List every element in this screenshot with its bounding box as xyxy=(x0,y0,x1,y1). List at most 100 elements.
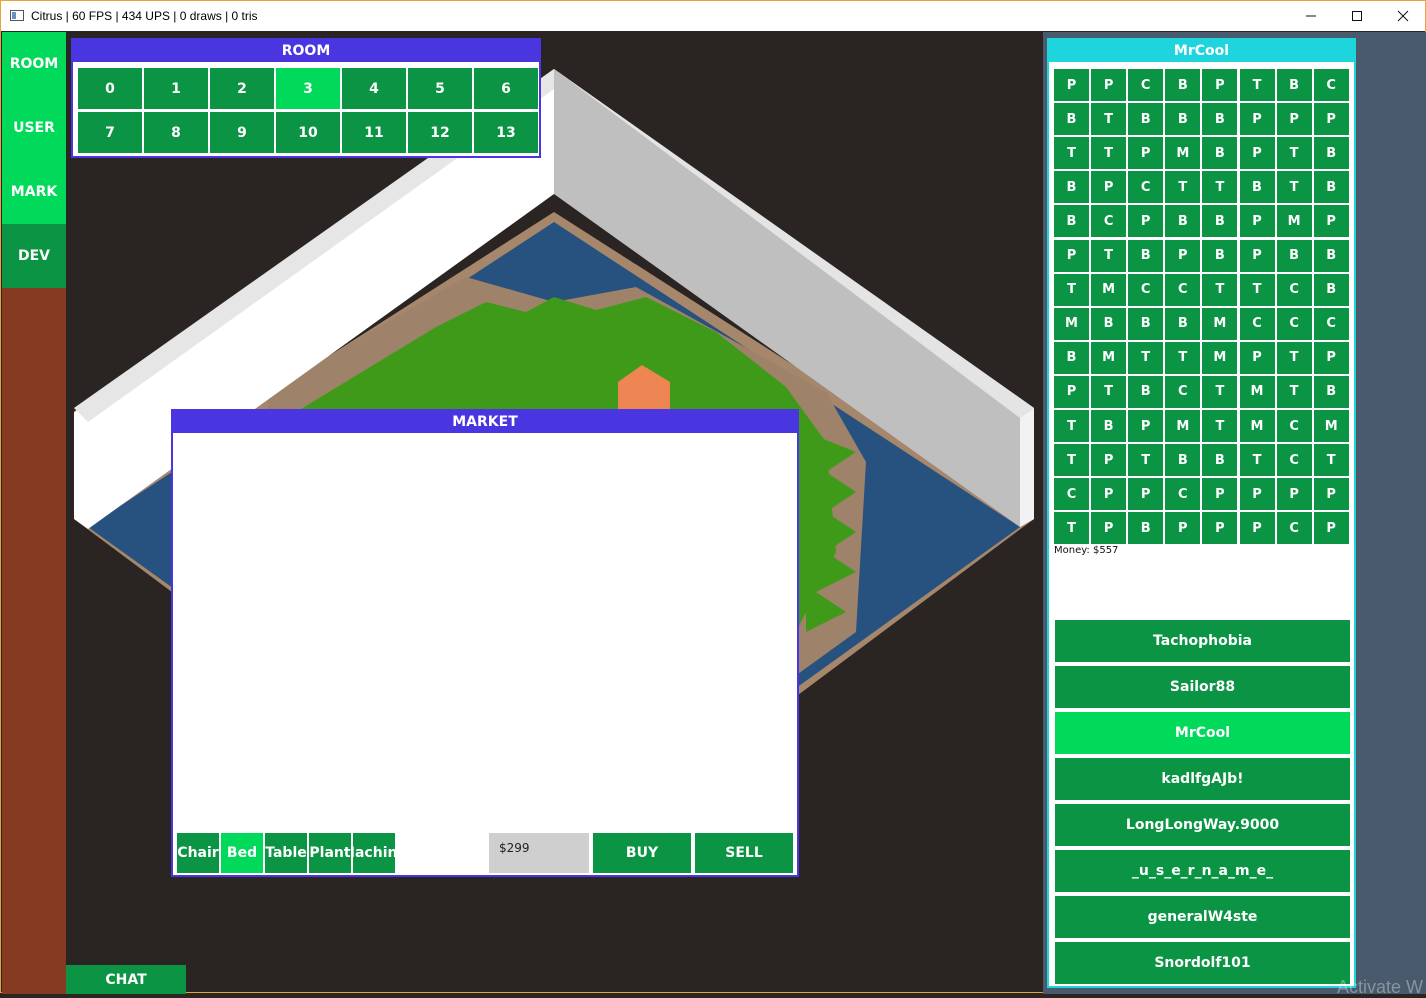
nav-room-button[interactable]: ROOM xyxy=(2,32,66,96)
inventory-cell[interactable]: B xyxy=(1313,375,1349,408)
inventory-cell[interactable]: T xyxy=(1202,273,1238,306)
category-plant-button[interactable]: Plant xyxy=(309,833,351,873)
room-button-1[interactable]: 1 xyxy=(144,68,208,109)
inventory-cell[interactable]: P xyxy=(1165,512,1201,545)
inventory-cell[interactable]: B xyxy=(1276,69,1312,101)
minimize-icon[interactable] xyxy=(1288,1,1334,31)
inventory-cell[interactable]: T xyxy=(1313,444,1349,477)
inventory-cell[interactable]: B xyxy=(1128,307,1164,340)
inventory-cell[interactable]: T xyxy=(1202,375,1238,408)
inventory-cell[interactable]: B xyxy=(1313,171,1349,204)
inventory-cell[interactable]: T xyxy=(1276,375,1312,408)
room-button-11[interactable]: 11 xyxy=(342,112,406,153)
inventory-cell[interactable]: M xyxy=(1091,273,1127,306)
inventory-cell[interactable]: B xyxy=(1128,375,1164,408)
inventory-cell[interactable]: T xyxy=(1202,171,1238,204)
inventory-cell[interactable]: P xyxy=(1091,512,1127,545)
inventory-cell[interactable]: C xyxy=(1276,273,1312,306)
inventory-cell[interactable]: B xyxy=(1313,273,1349,306)
inventory-cell[interactable]: T xyxy=(1165,341,1201,374)
inventory-cell[interactable]: T xyxy=(1091,375,1127,408)
category-chair-button[interactable]: Chair xyxy=(177,833,219,873)
room-button-6[interactable]: 6 xyxy=(474,68,538,109)
inventory-cell[interactable]: M xyxy=(1313,410,1349,442)
inventory-cell[interactable]: B xyxy=(1128,103,1164,136)
inventory-cell[interactable]: B xyxy=(1276,239,1312,272)
inventory-cell[interactable]: B xyxy=(1165,103,1201,136)
sell-button[interactable]: SELL xyxy=(695,833,793,873)
inventory-cell[interactable]: P xyxy=(1276,478,1312,511)
close-icon[interactable] xyxy=(1380,1,1426,31)
inventory-cell[interactable]: P xyxy=(1091,69,1127,101)
inventory-cell[interactable]: C xyxy=(1239,307,1275,340)
inventory-cell[interactable]: T xyxy=(1276,137,1312,170)
room-button-3[interactable]: 3 xyxy=(276,68,340,109)
inventory-cell[interactable]: C xyxy=(1054,478,1089,511)
category-machine-button[interactable]: Machine xyxy=(353,833,395,873)
inventory-cell[interactable]: M xyxy=(1054,307,1089,340)
user-list-item[interactable]: Tachophobia xyxy=(1055,620,1350,662)
inventory-cell[interactable]: P xyxy=(1313,478,1349,511)
inventory-cell[interactable]: T xyxy=(1128,444,1164,477)
user-list-item[interactable]: Snordolf101 xyxy=(1055,942,1350,984)
inventory-cell[interactable]: B xyxy=(1165,444,1201,477)
inventory-cell[interactable]: T xyxy=(1165,171,1201,204)
price-field[interactable]: $299 xyxy=(489,833,589,873)
inventory-cell[interactable]: T xyxy=(1091,137,1127,170)
inventory-cell[interactable]: B xyxy=(1054,171,1089,204)
inventory-cell[interactable]: C xyxy=(1313,69,1349,101)
inventory-cell[interactable]: C xyxy=(1128,273,1164,306)
nav-dev-button[interactable]: DEV xyxy=(2,224,66,288)
inventory-cell[interactable]: C xyxy=(1165,273,1201,306)
inventory-cell[interactable]: P xyxy=(1313,341,1349,374)
inventory-cell[interactable]: P xyxy=(1202,512,1238,545)
inventory-cell[interactable]: T xyxy=(1276,171,1312,204)
inventory-cell[interactable]: P xyxy=(1054,375,1089,408)
inventory-cell[interactable]: T xyxy=(1054,410,1089,442)
category-table-button[interactable]: Table xyxy=(265,833,307,873)
inventory-cell[interactable]: M xyxy=(1165,410,1201,442)
inventory-cell[interactable]: C xyxy=(1128,69,1164,101)
inventory-cell[interactable]: P xyxy=(1239,205,1275,238)
inventory-cell[interactable]: C xyxy=(1276,410,1312,442)
inventory-cell[interactable]: P xyxy=(1091,444,1127,477)
inventory-cell[interactable]: C xyxy=(1165,375,1201,408)
inventory-cell[interactable]: M xyxy=(1239,375,1275,408)
inventory-cell[interactable]: P xyxy=(1239,512,1275,545)
room-button-8[interactable]: 8 xyxy=(144,112,208,153)
inventory-cell[interactable]: P xyxy=(1091,478,1127,511)
category-bed-button[interactable]: Bed xyxy=(221,833,263,873)
user-list-item[interactable]: Sailor88 xyxy=(1055,666,1350,708)
inventory-cell[interactable]: T xyxy=(1054,444,1089,477)
inventory-cell[interactable]: P xyxy=(1313,512,1349,545)
inventory-cell[interactable]: M xyxy=(1202,341,1238,374)
room-button-4[interactable]: 4 xyxy=(342,68,406,109)
inventory-cell[interactable]: B xyxy=(1202,205,1238,238)
inventory-cell[interactable]: T xyxy=(1091,103,1127,136)
inventory-cell[interactable]: P xyxy=(1054,239,1089,272)
inventory-cell[interactable]: C xyxy=(1276,512,1312,545)
inventory-cell[interactable]: M xyxy=(1202,307,1238,340)
inventory-cell[interactable]: C xyxy=(1313,307,1349,340)
inventory-cell[interactable]: B xyxy=(1202,444,1238,477)
nav-user-button[interactable]: USER xyxy=(2,96,66,160)
inventory-cell[interactable]: C xyxy=(1091,205,1127,238)
chat-button[interactable]: CHAT xyxy=(66,965,186,994)
inventory-cell[interactable]: T xyxy=(1239,444,1275,477)
inventory-cell[interactable]: C xyxy=(1276,444,1312,477)
inventory-cell[interactable]: B xyxy=(1202,239,1238,272)
buy-button[interactable]: BUY xyxy=(593,833,691,873)
room-button-13[interactable]: 13 xyxy=(474,112,538,153)
inventory-cell[interactable]: P xyxy=(1054,69,1089,101)
inventory-cell[interactable]: P xyxy=(1239,239,1275,272)
inventory-cell[interactable]: C xyxy=(1128,171,1164,204)
user-list-item[interactable]: MrCool xyxy=(1055,712,1350,754)
inventory-cell[interactable]: P xyxy=(1239,341,1275,374)
inventory-cell[interactable]: P xyxy=(1313,103,1349,136)
inventory-cell[interactable]: M xyxy=(1091,341,1127,374)
inventory-cell[interactable]: T xyxy=(1202,410,1238,442)
room-button-0[interactable]: 0 xyxy=(78,68,142,109)
inventory-cell[interactable]: B xyxy=(1202,103,1238,136)
inventory-cell[interactable]: P xyxy=(1128,137,1164,170)
inventory-cell[interactable]: B xyxy=(1054,341,1089,374)
